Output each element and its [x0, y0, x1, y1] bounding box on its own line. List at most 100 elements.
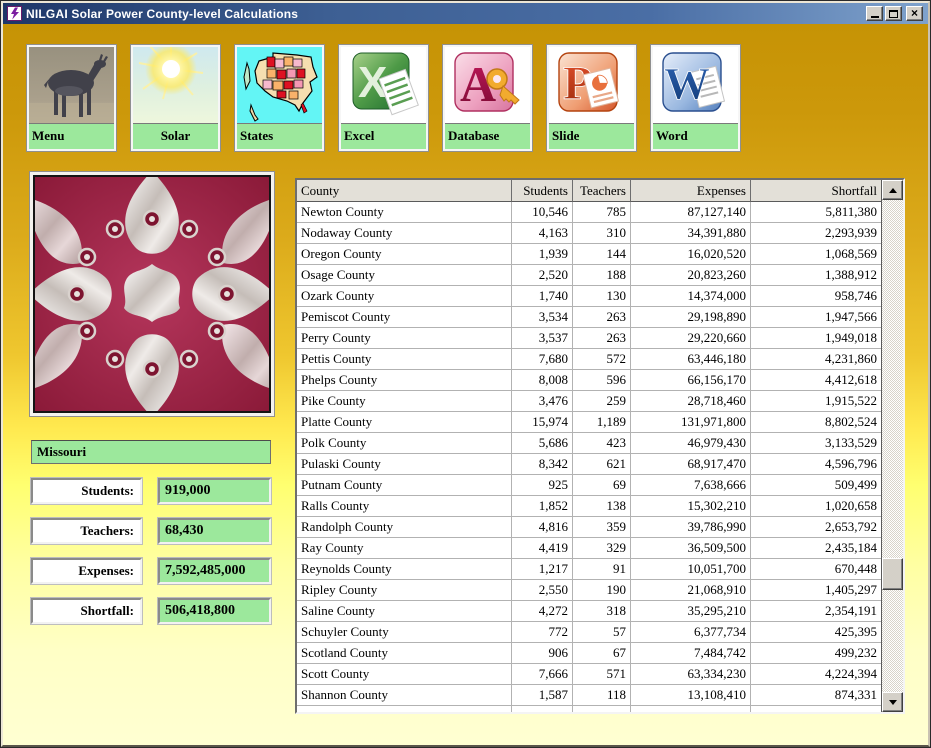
shortfall-value[interactable]: 506,418,800 — [158, 598, 271, 624]
cell-shortfall[interactable]: 1,388,912 — [751, 265, 881, 286]
scroll-down-button[interactable] — [882, 692, 903, 712]
table-row[interactable] — [297, 706, 881, 712]
cell-expenses[interactable]: 6,377,734 — [631, 622, 751, 643]
cell-expenses[interactable]: 68,917,470 — [631, 454, 751, 475]
table-row[interactable]: Newton County10,54678587,127,1405,811,38… — [297, 202, 881, 223]
teachers-value[interactable]: 68,430 — [158, 518, 271, 544]
cell-expenses[interactable]: 66,156,170 — [631, 370, 751, 391]
table-row[interactable]: Polk County5,68642346,979,4303,133,529 — [297, 433, 881, 454]
cell-teachers[interactable]: 318 — [573, 601, 631, 622]
cell-expenses[interactable] — [631, 706, 751, 712]
cell-expenses[interactable]: 16,020,520 — [631, 244, 751, 265]
cell-shortfall[interactable]: 670,448 — [751, 559, 881, 580]
table-row[interactable]: Ralls County1,85213815,302,2101,020,658 — [297, 496, 881, 517]
cell-expenses[interactable]: 29,198,890 — [631, 307, 751, 328]
cell-students[interactable]: 3,476 — [512, 391, 573, 412]
minimize-button[interactable] — [866, 6, 883, 21]
cell-students[interactable]: 1,587 — [512, 685, 573, 706]
cell-county[interactable]: Ray County — [297, 538, 512, 559]
table-row[interactable]: Shannon County1,58711813,108,410874,331 — [297, 685, 881, 706]
table-row[interactable]: Pulaski County8,34262168,917,4704,596,79… — [297, 454, 881, 475]
cell-county[interactable]: Pike County — [297, 391, 512, 412]
cell-shortfall[interactable]: 2,293,939 — [751, 223, 881, 244]
scrollbar-thumb[interactable] — [882, 558, 903, 590]
cell-shortfall[interactable]: 5,811,380 — [751, 202, 881, 223]
cell-shortfall[interactable] — [751, 706, 881, 712]
cell-shortfall[interactable]: 499,232 — [751, 643, 881, 664]
cell-students[interactable]: 1,939 — [512, 244, 573, 265]
toolbar-button-solar[interactable]: Solar — [131, 45, 220, 151]
cell-teachers[interactable]: 144 — [573, 244, 631, 265]
cell-expenses[interactable]: 63,446,180 — [631, 349, 751, 370]
cell-teachers[interactable]: 423 — [573, 433, 631, 454]
cell-teachers[interactable]: 1,189 — [573, 412, 631, 433]
cell-students[interactable]: 4,272 — [512, 601, 573, 622]
cell-expenses[interactable]: 28,718,460 — [631, 391, 751, 412]
cell-teachers[interactable]: 118 — [573, 685, 631, 706]
maximize-button[interactable] — [885, 6, 902, 21]
cell-students[interactable]: 5,686 — [512, 433, 573, 454]
table-row[interactable]: Schuyler County772576,377,734425,395 — [297, 622, 881, 643]
cell-county[interactable]: Scott County — [297, 664, 512, 685]
scroll-up-button[interactable] — [882, 180, 903, 200]
cell-county[interactable]: Oregon County — [297, 244, 512, 265]
table-scrollbar[interactable] — [881, 180, 903, 712]
cell-expenses[interactable]: 7,638,666 — [631, 475, 751, 496]
cell-students[interactable]: 7,680 — [512, 349, 573, 370]
cell-expenses[interactable]: 35,295,210 — [631, 601, 751, 622]
table-row[interactable]: Platte County15,9741,189131,971,8008,802… — [297, 412, 881, 433]
cell-expenses[interactable]: 7,484,742 — [631, 643, 751, 664]
cell-shortfall[interactable]: 4,412,618 — [751, 370, 881, 391]
toolbar-button-database[interactable]: A Database — [443, 45, 532, 151]
cell-county[interactable]: Osage County — [297, 265, 512, 286]
table-row[interactable]: Scott County7,66657163,334,2304,224,394 — [297, 664, 881, 685]
cell-county[interactable]: Putnam County — [297, 475, 512, 496]
cell-students[interactable]: 10,546 — [512, 202, 573, 223]
cell-teachers[interactable] — [573, 706, 631, 712]
table-row[interactable]: Nodaway County4,16331034,391,8802,293,93… — [297, 223, 881, 244]
cell-expenses[interactable]: 10,051,700 — [631, 559, 751, 580]
cell-county[interactable]: Saline County — [297, 601, 512, 622]
cell-expenses[interactable]: 29,220,660 — [631, 328, 751, 349]
cell-county[interactable]: Pettis County — [297, 349, 512, 370]
cell-students[interactable]: 2,520 — [512, 265, 573, 286]
column-header-county[interactable]: County — [297, 180, 512, 202]
cell-students[interactable] — [512, 706, 573, 712]
cell-teachers[interactable]: 188 — [573, 265, 631, 286]
table-row[interactable]: Putnam County925697,638,666509,499 — [297, 475, 881, 496]
cell-teachers[interactable]: 138 — [573, 496, 631, 517]
cell-expenses[interactable]: 13,108,410 — [631, 685, 751, 706]
table-row[interactable]: Ozark County1,74013014,374,000958,746 — [297, 286, 881, 307]
cell-teachers[interactable]: 572 — [573, 349, 631, 370]
cell-students[interactable]: 906 — [512, 643, 573, 664]
cell-students[interactable]: 3,534 — [512, 307, 573, 328]
cell-shortfall[interactable]: 8,802,524 — [751, 412, 881, 433]
cell-students[interactable]: 7,666 — [512, 664, 573, 685]
cell-county[interactable]: Ripley County — [297, 580, 512, 601]
toolbar-button-slide[interactable]: P Slide — [547, 45, 636, 151]
cell-county[interactable]: Platte County — [297, 412, 512, 433]
cell-teachers[interactable]: 596 — [573, 370, 631, 391]
table-row[interactable]: Pemiscot County3,53426329,198,8901,947,5… — [297, 307, 881, 328]
table-row[interactable]: Phelps County8,00859666,156,1704,412,618 — [297, 370, 881, 391]
column-header-teachers[interactable]: Teachers — [573, 180, 631, 202]
cell-shortfall[interactable]: 509,499 — [751, 475, 881, 496]
cell-teachers[interactable]: 571 — [573, 664, 631, 685]
toolbar-button-word[interactable]: W Word — [651, 45, 740, 151]
cell-shortfall[interactable]: 1,915,522 — [751, 391, 881, 412]
table-row[interactable]: Ray County4,41932936,509,5002,435,184 — [297, 538, 881, 559]
cell-county[interactable]: Ralls County — [297, 496, 512, 517]
column-header-expenses[interactable]: Expenses — [631, 180, 751, 202]
cell-shortfall[interactable]: 425,395 — [751, 622, 881, 643]
cell-shortfall[interactable]: 1,949,018 — [751, 328, 881, 349]
scrollbar-track[interactable] — [882, 200, 903, 692]
expenses-value[interactable]: 7,592,485,000 — [158, 558, 271, 584]
cell-shortfall[interactable]: 3,133,529 — [751, 433, 881, 454]
table-row[interactable]: Oregon County1,93914416,020,5201,068,569 — [297, 244, 881, 265]
cell-expenses[interactable]: 46,979,430 — [631, 433, 751, 454]
cell-students[interactable]: 4,816 — [512, 517, 573, 538]
cell-shortfall[interactable]: 874,331 — [751, 685, 881, 706]
cell-county[interactable]: Polk County — [297, 433, 512, 454]
cell-teachers[interactable]: 130 — [573, 286, 631, 307]
cell-shortfall[interactable]: 2,354,191 — [751, 601, 881, 622]
